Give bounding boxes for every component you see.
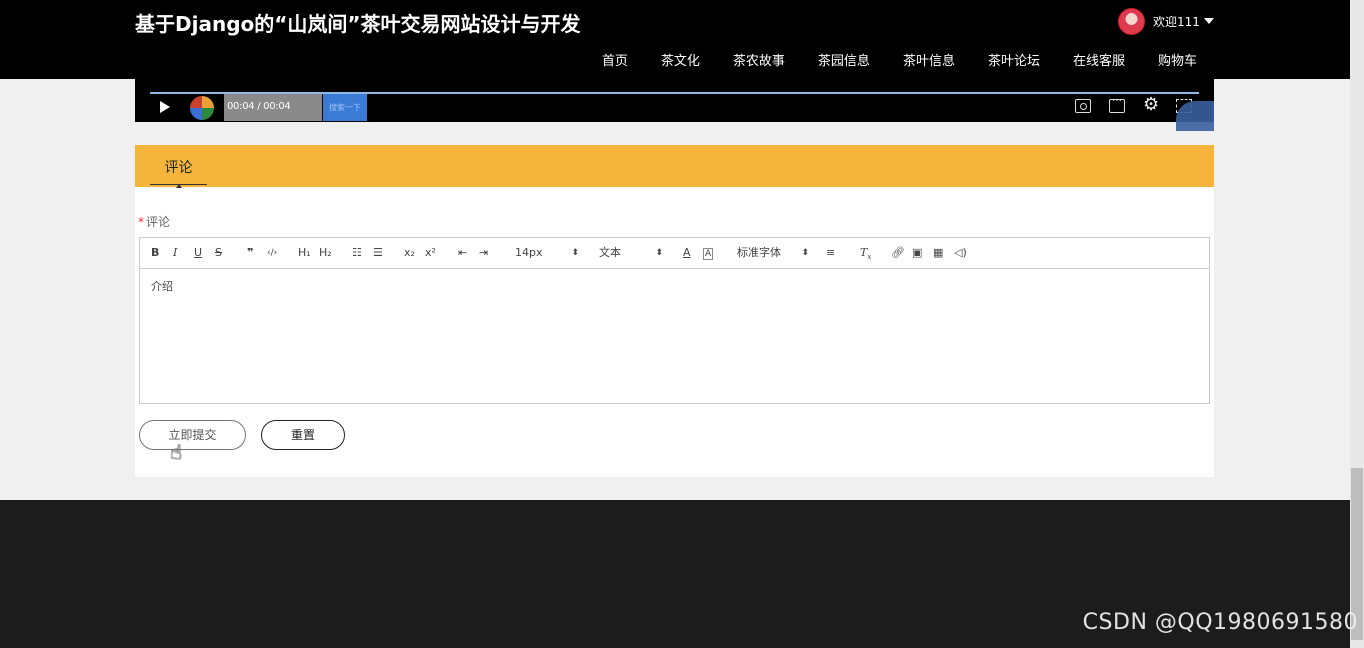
rich-text-editor[interactable]: B I U S ❞ ‹/› H₁ H₂ ☷ ☰ x₂ x² ⇤ ⇥ 14px 文… [139, 237, 1210, 404]
nav-item-tea-garden[interactable]: 茶园信息 [818, 50, 870, 69]
ordered-list-icon[interactable]: ☷ [352, 246, 362, 260]
nav-item-tea-info[interactable]: 茶叶信息 [903, 50, 955, 69]
heading-1-icon[interactable]: H₁ [298, 246, 311, 260]
user-menu[interactable]: 欢迎111 [1118, 7, 1214, 35]
align-icon[interactable]: ≡ [826, 246, 835, 260]
editor-toolbar: B I U S ❞ ‹/› H₁ H₂ ☷ ☰ x₂ x² ⇤ ⇥ 14px 文… [140, 238, 1209, 269]
comment-field-label: * 评论 [138, 213, 170, 230]
text-style-select[interactable]: 文本 [599, 246, 663, 260]
outdent-icon[interactable]: ⇤ [458, 246, 467, 260]
main-nav: 首页 茶文化 茶农故事 茶园信息 茶叶信息 茶叶论坛 在线客服 购物车 [569, 50, 1197, 69]
font-family-select[interactable]: 标准字体 [737, 246, 809, 260]
editor-content[interactable]: 介绍 [151, 278, 173, 294]
comment-panel-header: 评论 [135, 145, 1214, 188]
avatar[interactable] [1118, 7, 1145, 35]
nav-item-tea-culture[interactable]: 茶文化 [661, 50, 700, 69]
watermark: CSDN @QQ1980691580 [1082, 610, 1358, 635]
video-icon[interactable]: ▦ [933, 246, 943, 260]
comment-panel: 评论 * 评论 B I U S ❞ ‹/› H₁ H₂ ☷ ☰ x₂ x² ⇤ ⇥… [135, 145, 1214, 477]
tab-comment[interactable]: 评论 [150, 157, 207, 188]
audio-icon[interactable]: ◁) [954, 246, 967, 260]
nav-item-forum[interactable]: 茶叶论坛 [988, 50, 1040, 69]
site-title: 基于Django的“山岚间”茶叶交易网站设计与开发 [135, 12, 581, 36]
video-thumbnail-logo [190, 96, 214, 120]
code-icon[interactable]: ‹/› [267, 246, 277, 260]
italic-icon[interactable]: I [173, 246, 177, 260]
video-player-controls: 00:04 / 00:04 搜索一下 ⚙ [135, 79, 1214, 131]
camera-icon[interactable] [1075, 99, 1091, 113]
nav-item-home[interactable]: 首页 [602, 50, 628, 69]
floating-widget[interactable] [1176, 101, 1214, 131]
submit-button[interactable]: 立即提交 [139, 420, 246, 450]
gear-icon[interactable]: ⚙ [1143, 95, 1159, 113]
blockquote-icon[interactable]: ❞ [247, 246, 253, 260]
video-search-button[interactable]: 搜索一下 [323, 94, 367, 121]
background-color-icon[interactable]: A [703, 248, 714, 260]
play-icon[interactable] [160, 101, 170, 113]
required-mark: * [138, 215, 144, 229]
strikethrough-icon[interactable]: S [215, 246, 222, 260]
nav-item-cart[interactable]: 购物车 [1158, 50, 1197, 69]
comment-bubble-icon[interactable] [1109, 95, 1125, 113]
bullet-list-icon[interactable]: ☰ [373, 246, 383, 260]
comment-label-text: 评论 [146, 215, 171, 229]
underline-icon[interactable]: U [194, 246, 202, 260]
font-color-icon[interactable]: A [683, 246, 691, 260]
clear-format-icon[interactable]: Tx [860, 246, 871, 264]
nav-item-farmer-stories[interactable]: 茶农故事 [733, 50, 785, 69]
caret-down-icon[interactable] [1203, 18, 1214, 24]
user-name[interactable]: 欢迎111 [1153, 13, 1200, 30]
font-size-select[interactable]: 14px [515, 246, 579, 260]
subscript-icon[interactable]: x₂ [404, 246, 415, 260]
reset-button[interactable]: 重置 [261, 420, 345, 450]
link-icon[interactable]: 🔗︎ [891, 246, 905, 260]
bold-icon[interactable]: B [151, 246, 159, 260]
site-header: 基于Django的“山岚间”茶叶交易网站设计与开发 欢迎111 首页 茶文化 茶… [0, 0, 1350, 79]
superscript-icon[interactable]: x² [425, 246, 436, 260]
heading-2-icon[interactable]: H₂ [319, 246, 332, 260]
indent-icon[interactable]: ⇥ [479, 246, 488, 260]
hand-cursor-icon: ☝ [170, 442, 183, 464]
video-time: 00:04 / 00:04 [227, 101, 291, 112]
nav-item-customer-service[interactable]: 在线客服 [1073, 50, 1125, 69]
image-icon[interactable]: ▣ [912, 246, 922, 260]
